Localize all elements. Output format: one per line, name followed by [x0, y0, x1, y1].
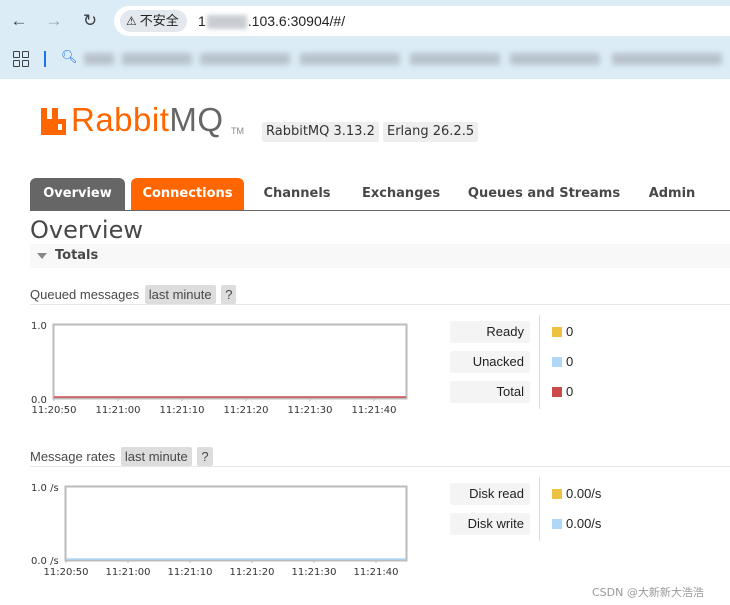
- legend-ready-value: 0: [566, 324, 574, 339]
- rabbit-logo-icon: [41, 108, 66, 135]
- legend-disk-read-value: 0.00/s: [566, 486, 602, 501]
- x-tick-label: 11:21:30: [292, 567, 337, 578]
- browser-chrome: ← → ↻ ⚠ 不安全 1 .103.6:30904/#/ 🔍︎: [0, 0, 730, 79]
- x-axis-ticks: 11:20:50 11:21:00 11:21:10 11:21:20 11:21:30…: [44, 560, 399, 578]
- x-tick-label: 11:21:30: [288, 405, 333, 416]
- x-tick-label: 11:21:00: [96, 405, 141, 416]
- legend-disk-read-swatch: [552, 489, 562, 499]
- rates-help-button[interactable]: ?: [197, 447, 213, 466]
- security-chip[interactable]: ⚠ 不安全: [120, 10, 187, 32]
- legend-divider: [539, 477, 540, 511]
- legend-disk-write-swatch: [552, 519, 562, 529]
- legend-divider: [539, 345, 540, 379]
- x-tick-label: 11:21:00: [106, 567, 151, 578]
- tab-admin[interactable]: Admin: [636, 178, 708, 210]
- rabbitmq-version-badge: RabbitMQ 3.13.2: [262, 122, 379, 142]
- divider: [30, 466, 730, 467]
- totals-label: Totals: [55, 248, 99, 263]
- x-tick-label: 11:21:10: [168, 567, 213, 578]
- queued-messages-title: Queued messages last minute ?: [30, 285, 237, 304]
- legend-disk-write-value: 0.00/s: [566, 516, 602, 531]
- watermark: CSDN @大新新大浩浩: [592, 586, 704, 599]
- plot-area: [52, 323, 408, 400]
- message-rates-title: Message rates last minute ?: [30, 447, 213, 466]
- apps-grid-icon[interactable]: [13, 51, 29, 67]
- url-suffix: .103.6:30904/#/: [247, 13, 346, 29]
- blurred-bookmark[interactable]: [200, 53, 290, 65]
- logo-wordmark: RabbitMQ: [71, 101, 224, 139]
- tab-queues-and-streams[interactable]: Queues and Streams: [464, 178, 624, 210]
- blurred-bookmark[interactable]: [122, 53, 192, 65]
- address-bar[interactable]: ⚠ 不安全 1 .103.6:30904/#/: [114, 6, 730, 36]
- legend-total-value: 0: [566, 384, 574, 399]
- legend-unacked-label: Unacked: [450, 351, 530, 373]
- x-tick-label: 11:20:50: [32, 405, 77, 416]
- reload-icon[interactable]: ↻: [79, 10, 101, 32]
- legend-divider: [539, 375, 540, 409]
- legend-disk-read-label: Disk read: [450, 483, 530, 505]
- tab-connections[interactable]: Connections: [131, 178, 244, 210]
- tab-overview[interactable]: Overview: [30, 178, 125, 210]
- x-tick-label: 11:20:50: [44, 567, 89, 578]
- bookmark-search-icon[interactable]: 🔍︎: [61, 49, 78, 65]
- y-axis-top-label: 1.0: [31, 321, 47, 332]
- url-redaction: [206, 15, 247, 30]
- legend-disk-write-label: Disk write: [450, 513, 530, 535]
- queued-range-chip[interactable]: last minute: [144, 285, 216, 304]
- security-label: 不安全: [139, 14, 179, 29]
- legend-ready-label: Ready: [450, 321, 530, 343]
- tab-channels[interactable]: Channels: [252, 178, 342, 210]
- legend-ready-swatch: [552, 327, 562, 337]
- plot-area: [64, 485, 408, 562]
- legend-divider: [539, 507, 540, 541]
- url-prefix: 1: [198, 13, 206, 29]
- collapse-triangle-icon: [37, 253, 47, 259]
- logo-mq-text: MQ: [169, 101, 224, 138]
- y-axis-bottom-label: 0.0 /s: [31, 556, 59, 567]
- legend-total-swatch: [552, 387, 562, 397]
- legend-total-label: Total: [450, 381, 530, 403]
- blurred-bookmark[interactable]: [510, 53, 600, 65]
- bookmarks-bar: 🔍︎: [0, 44, 730, 74]
- bookmark-divider: [44, 51, 46, 67]
- x-tick-label: 11:21:40: [352, 405, 397, 416]
- x-tick-label: 11:21:10: [160, 405, 205, 416]
- x-axis-ticks: 11:20:50 11:21:00 11:21:10 11:21:20 11:21:30…: [32, 398, 397, 416]
- rates-title-text: Message rates: [30, 449, 116, 464]
- warning-icon: ⚠: [126, 14, 137, 28]
- logo-trademark: TM: [231, 126, 244, 136]
- x-tick-label: 11:21:20: [224, 405, 269, 416]
- queued-messages-chart: 1.0 0.0 11:20:50 11:21:00 11:21:10 11:21:20…: [31, 321, 408, 416]
- logo-rabbit-text: Rabbit: [71, 101, 170, 138]
- legend-unacked-value: 0: [566, 354, 574, 369]
- message-rates-chart: 1.0 /s 0.0 /s 11:20:50 11:21:00 11:21:10 11…: [31, 483, 408, 578]
- blurred-bookmark[interactable]: [300, 53, 400, 65]
- blurred-bookmark[interactable]: [84, 53, 114, 65]
- back-arrow-icon[interactable]: ←: [8, 10, 30, 32]
- page-title: Overview: [30, 216, 143, 244]
- y-axis-top-label: 1.0 /s: [31, 483, 59, 494]
- queued-help-button[interactable]: ?: [221, 285, 237, 304]
- erlang-version-badge: Erlang 26.2.5: [383, 122, 479, 142]
- x-tick-label: 11:21:20: [230, 567, 275, 578]
- main-tabs: Overview Connections Channels Exchanges …: [30, 178, 730, 211]
- blurred-bookmark[interactable]: [612, 53, 722, 65]
- forward-arrow-icon[interactable]: →: [43, 10, 65, 32]
- rates-range-chip[interactable]: last minute: [120, 447, 192, 466]
- totals-section-header[interactable]: Totals: [30, 244, 730, 268]
- x-tick-label: 11:21:40: [354, 567, 399, 578]
- legend-divider: [539, 315, 540, 349]
- legend-unacked-swatch: [552, 357, 562, 367]
- blurred-bookmark[interactable]: [410, 53, 500, 65]
- url-text: 1 .103.6:30904/#/: [198, 12, 345, 30]
- queued-title-text: Queued messages: [30, 287, 140, 302]
- divider: [30, 304, 730, 305]
- tab-exchanges[interactable]: Exchanges: [352, 178, 450, 210]
